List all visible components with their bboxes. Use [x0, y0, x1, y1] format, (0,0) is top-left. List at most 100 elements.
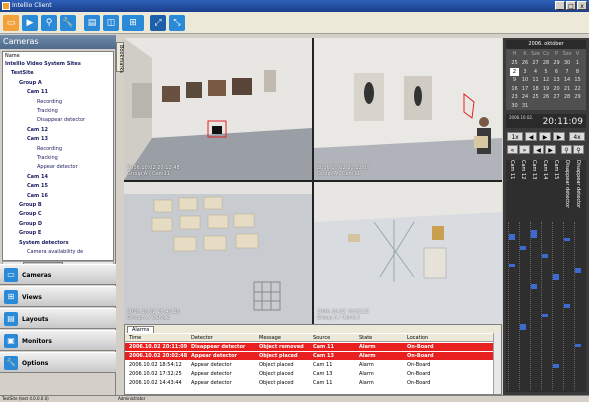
- timeline-event-mark[interactable]: [542, 314, 548, 317]
- alarm-column-header[interactable]: Location: [407, 334, 428, 342]
- calendar-day[interactable]: 7: [563, 68, 572, 76]
- calendar-day[interactable]: 22: [573, 85, 582, 93]
- calendar-day[interactable]: 18: [531, 85, 540, 93]
- calendar-day[interactable]: 28: [563, 93, 572, 101]
- play-reverse-button[interactable]: ▶: [539, 132, 551, 141]
- timeline-event-mark[interactable]: [542, 254, 548, 258]
- bookmarks-tab[interactable]: Bookmarks: [116, 42, 124, 73]
- wrench-icon[interactable]: 🔧: [60, 15, 76, 31]
- calendar-day[interactable]: 13: [552, 76, 561, 84]
- tree-item[interactable]: Group E: [19, 230, 41, 237]
- tree-item[interactable]: Tracking: [37, 108, 58, 115]
- camera-view-3[interactable]: 2006.10.02 15:40:28 Group A / Cam13: [124, 182, 312, 324]
- tree-item[interactable]: Camera availability de: [27, 249, 83, 256]
- calendar-day[interactable]: 27: [531, 59, 540, 67]
- camera-view-1[interactable]: 2006.10.02 20:12:48 Group A / Cam11: [124, 38, 312, 180]
- timeline-event-mark[interactable]: [575, 268, 581, 273]
- calendar-month[interactable]: 2006. október: [506, 40, 586, 49]
- fast-forward-button[interactable]: »: [519, 145, 530, 154]
- calendar-day[interactable]: 8: [573, 68, 582, 76]
- minimize-button[interactable]: _: [555, 1, 565, 10]
- tree-item[interactable]: Group D: [19, 221, 42, 228]
- calendar-day[interactable]: 1: [573, 59, 582, 67]
- alarm-column-header[interactable]: State: [359, 334, 372, 342]
- alarm-row[interactable]: 2006.10.02 20:11:09 Disappear detector Obj…: [125, 343, 493, 351]
- alarm-column-header[interactable]: Source: [313, 334, 330, 342]
- calendar-day[interactable]: 23: [510, 93, 519, 101]
- alarm-column-header[interactable]: Time: [129, 334, 141, 342]
- resize-icon[interactable]: ⤡: [169, 15, 185, 31]
- camera-view-2[interactable]: 2006.10.02 20:11:09 Group A / Cam11: [314, 38, 502, 180]
- presentation-icon[interactable]: ▤: [84, 15, 100, 31]
- step-forward-button[interactable]: ▶: [545, 145, 556, 154]
- speed-4x-button[interactable]: 4x: [569, 132, 585, 141]
- calendar-day[interactable]: 27: [552, 93, 561, 101]
- calendar-day[interactable]: 4: [531, 68, 540, 76]
- tree-item[interactable]: Appear detector: [37, 164, 78, 171]
- zoom-in-button[interactable]: ⚲: [561, 145, 572, 154]
- timeline-track[interactable]: [530, 222, 537, 390]
- calendar-day[interactable]: 24: [521, 93, 530, 101]
- calendar-day[interactable]: 5: [542, 68, 551, 76]
- nav-layouts-button[interactable]: ▤ Layouts: [0, 308, 116, 329]
- nav-views-button[interactable]: ⊞ Views: [0, 286, 116, 307]
- timeline-event-mark[interactable]: [509, 234, 515, 240]
- calendar-day[interactable]: 2: [510, 67, 519, 76]
- step-back-button[interactable]: ◀: [533, 145, 544, 154]
- alarm-row[interactable]: 2006.10.02 17:32:25 Appear detector Object…: [125, 370, 493, 378]
- tree-item[interactable]: Group A: [19, 80, 42, 87]
- calendar-day[interactable]: 19: [542, 85, 551, 93]
- timeline-event-mark[interactable]: [531, 230, 537, 238]
- calendar-day[interactable]: 26: [542, 93, 551, 101]
- calendar-day[interactable]: 30: [563, 59, 572, 67]
- zoom-out-button[interactable]: ⚲: [573, 145, 584, 154]
- calendar-day[interactable]: 20: [552, 85, 561, 93]
- calendar-day[interactable]: 3: [521, 68, 530, 76]
- tree-item[interactable]: Cam 11: [27, 89, 48, 96]
- alarm-column-header[interactable]: Detector: [191, 334, 213, 342]
- monitor-icon[interactable]: ▭: [3, 15, 19, 31]
- tree-item[interactable]: TestSite: [11, 70, 34, 77]
- timeline-event-mark[interactable]: [520, 324, 526, 330]
- play-button[interactable]: ▶: [553, 132, 565, 141]
- tree-item[interactable]: System detectors: [19, 240, 69, 247]
- calendar-day[interactable]: 26: [521, 59, 530, 67]
- calendar-day[interactable]: 12: [542, 76, 551, 84]
- calendar-day[interactable]: 11: [531, 76, 540, 84]
- close-button[interactable]: x: [577, 1, 587, 10]
- calendar-day[interactable]: 10: [521, 76, 530, 84]
- timeline-event-mark[interactable]: [564, 238, 570, 241]
- calendar-day[interactable]: 29: [552, 59, 561, 67]
- alarms-tab[interactable]: Alarms: [127, 326, 155, 333]
- prev-button[interactable]: ◀: [525, 132, 537, 141]
- rewind-button[interactable]: «: [507, 145, 518, 154]
- maximize-button[interactable]: □: [566, 1, 576, 10]
- timeline-event-mark[interactable]: [553, 274, 559, 280]
- timeline-event-mark[interactable]: [564, 304, 570, 308]
- alarm-column-header[interactable]: Message: [259, 334, 281, 342]
- tree-item[interactable]: Intellio Video System Sites: [5, 61, 81, 68]
- play-icon[interactable]: ▶: [22, 15, 38, 31]
- nav-monitors-button[interactable]: ▣ Monitors: [0, 330, 116, 351]
- tree-item[interactable]: Cam 15: [27, 183, 48, 190]
- timeline-track[interactable]: [508, 222, 515, 390]
- calendar-day[interactable]: 31: [521, 102, 530, 110]
- window-icon[interactable]: ◫: [103, 15, 119, 31]
- timeline-event-mark[interactable]: [575, 344, 581, 347]
- timeline-event-mark[interactable]: [531, 284, 537, 289]
- alarm-row[interactable]: 2006.10.02 20:02:48 Appear detector Object…: [125, 352, 493, 360]
- calendar-day[interactable]: 29: [573, 93, 582, 101]
- speed-1x-button[interactable]: 1x: [507, 132, 523, 141]
- alarm-scrollbar[interactable]: [493, 333, 501, 394]
- tree-item[interactable]: Cam 16: [27, 193, 48, 200]
- calendar-day[interactable]: 14: [563, 76, 572, 84]
- tree-item[interactable]: Cam 14: [27, 174, 48, 181]
- calendar-day[interactable]: 15: [573, 76, 582, 84]
- calendar-day[interactable]: 16: [510, 85, 519, 93]
- timeline-event-mark[interactable]: [520, 246, 526, 250]
- fullscreen-icon[interactable]: ⤢: [150, 15, 166, 31]
- nav-cameras-button[interactable]: ▭ Cameras: [0, 264, 116, 285]
- calendar-day[interactable]: 25: [531, 93, 540, 101]
- alarm-row[interactable]: 2006.10.02 14:43:44 Appear detector Object…: [125, 379, 493, 387]
- timeline-event-mark[interactable]: [553, 364, 559, 368]
